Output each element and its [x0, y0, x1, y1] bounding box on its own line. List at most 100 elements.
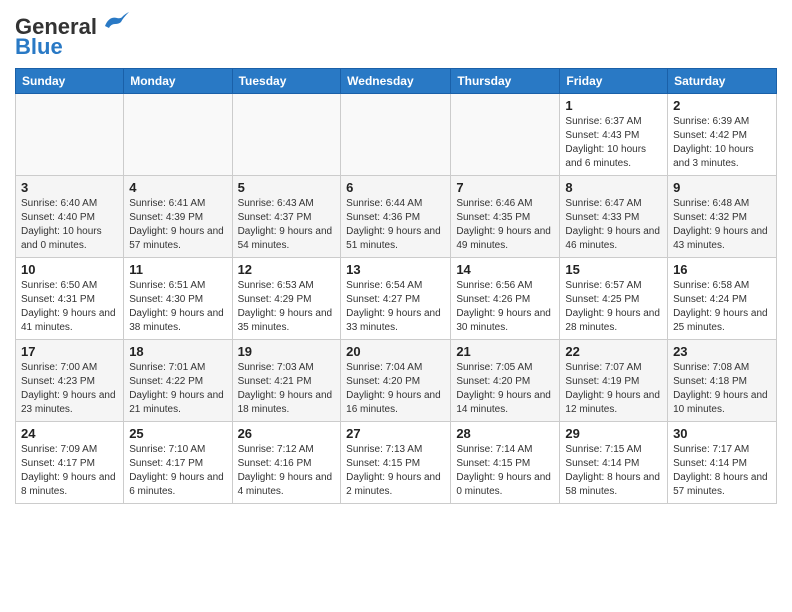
- day-info: Sunrise: 6:48 AM Sunset: 4:32 PM Dayligh…: [673, 197, 771, 253]
- table-row: 30 Sunrise: 7:17 AM Sunset: 4:14 PM Dayli…: [668, 422, 777, 504]
- header-saturday: Saturday: [668, 69, 777, 94]
- day-number: 20: [346, 344, 445, 359]
- day-number: 23: [673, 344, 771, 359]
- day-info: Sunrise: 7:07 AM Sunset: 4:19 PM Dayligh…: [565, 361, 662, 417]
- day-number: 9: [673, 180, 771, 195]
- day-number: 24: [21, 426, 118, 441]
- table-row: 19Sunrise: 7:03 AM Sunset: 4:21 PM Dayli…: [232, 340, 341, 422]
- day-info: Sunrise: 6:37 AM Sunset: 4:43 PM Dayligh…: [565, 115, 662, 171]
- day-number: 27: [346, 426, 445, 441]
- table-row: [16, 94, 124, 176]
- day-info: Sunrise: 7:15 AM Sunset: 4:14 PM Dayligh…: [565, 443, 662, 499]
- table-row: 9 Sunrise: 6:48 AM Sunset: 4:32 PM Daylig…: [668, 176, 777, 258]
- day-info: Sunrise: 6:46 AM Sunset: 4:35 PM Dayligh…: [456, 197, 554, 253]
- day-number: 1: [565, 98, 662, 113]
- day-info: Sunrise: 7:08 AM Sunset: 4:18 PM Dayligh…: [673, 361, 771, 417]
- day-info: Sunrise: 7:03 AM Sunset: 4:21 PM Dayligh…: [238, 361, 336, 417]
- day-number: 14: [456, 262, 554, 277]
- table-row: 2Sunrise: 6:39 AM Sunset: 4:42 PM Daylig…: [668, 94, 777, 176]
- table-row: 18Sunrise: 7:01 AM Sunset: 4:22 PM Dayli…: [124, 340, 232, 422]
- table-row: 22 Sunrise: 7:07 AM Sunset: 4:19 PM Dayli…: [560, 340, 668, 422]
- day-number: 25: [129, 426, 226, 441]
- day-info: Sunrise: 6:50 AM Sunset: 4:31 PM Dayligh…: [21, 279, 118, 335]
- calendar-week-row: 1 Sunrise: 6:37 AM Sunset: 4:43 PM Daylig…: [16, 94, 777, 176]
- header-wednesday: Wednesday: [341, 69, 451, 94]
- table-row: [232, 94, 341, 176]
- table-row: 6 Sunrise: 6:44 AM Sunset: 4:36 PM Daylig…: [341, 176, 451, 258]
- day-info: Sunrise: 6:53 AM Sunset: 4:29 PM Dayligh…: [238, 279, 336, 335]
- table-row: 29 Sunrise: 7:15 AM Sunset: 4:14 PM Dayli…: [560, 422, 668, 504]
- header-sunday: Sunday: [16, 69, 124, 94]
- table-row: 25 Sunrise: 7:10 AM Sunset: 4:17 PM Dayli…: [124, 422, 232, 504]
- logo-bird-icon: [101, 12, 129, 34]
- calendar-week-row: 3 Sunrise: 6:40 AM Sunset: 4:40 PM Daylig…: [16, 176, 777, 258]
- logo: General Blue: [15, 10, 129, 60]
- calendar-week-row: 17 Sunrise: 7:00 AM Sunset: 4:23 PM Dayli…: [16, 340, 777, 422]
- table-row: 24 Sunrise: 7:09 AM Sunset: 4:17 PM Dayli…: [16, 422, 124, 504]
- day-info: Sunrise: 6:44 AM Sunset: 4:36 PM Dayligh…: [346, 197, 445, 253]
- day-number: 6: [346, 180, 445, 195]
- main-container: General Blue Sunday Monday Tuesday Wedne…: [0, 0, 792, 514]
- table-row: 4Sunrise: 6:41 AM Sunset: 4:39 PM Daylig…: [124, 176, 232, 258]
- table-row: 13 Sunrise: 6:54 AM Sunset: 4:27 PM Dayli…: [341, 258, 451, 340]
- day-info: Sunrise: 7:14 AM Sunset: 4:15 PM Dayligh…: [456, 443, 554, 499]
- day-info: Sunrise: 6:54 AM Sunset: 4:27 PM Dayligh…: [346, 279, 445, 335]
- day-info: Sunrise: 7:04 AM Sunset: 4:20 PM Dayligh…: [346, 361, 445, 417]
- day-number: 5: [238, 180, 336, 195]
- table-row: [341, 94, 451, 176]
- day-number: 30: [673, 426, 771, 441]
- day-number: 28: [456, 426, 554, 441]
- day-info: Sunrise: 6:43 AM Sunset: 4:37 PM Dayligh…: [238, 197, 336, 253]
- day-number: 13: [346, 262, 445, 277]
- day-info: Sunrise: 6:58 AM Sunset: 4:24 PM Dayligh…: [673, 279, 771, 335]
- day-info: Sunrise: 7:10 AM Sunset: 4:17 PM Dayligh…: [129, 443, 226, 499]
- table-row: 8Sunrise: 6:47 AM Sunset: 4:33 PM Daylig…: [560, 176, 668, 258]
- header-monday: Monday: [124, 69, 232, 94]
- table-row: 7 Sunrise: 6:46 AM Sunset: 4:35 PM Daylig…: [451, 176, 560, 258]
- logo-blue: Blue: [15, 34, 63, 60]
- day-info: Sunrise: 7:13 AM Sunset: 4:15 PM Dayligh…: [346, 443, 445, 499]
- day-info: Sunrise: 7:12 AM Sunset: 4:16 PM Dayligh…: [238, 443, 336, 499]
- day-number: 3: [21, 180, 118, 195]
- table-row: 21 Sunrise: 7:05 AM Sunset: 4:20 PM Dayli…: [451, 340, 560, 422]
- day-number: 4: [129, 180, 226, 195]
- table-row: 14 Sunrise: 6:56 AM Sunset: 4:26 PM Dayli…: [451, 258, 560, 340]
- table-row: 1 Sunrise: 6:37 AM Sunset: 4:43 PM Daylig…: [560, 94, 668, 176]
- day-number: 11: [129, 262, 226, 277]
- table-row: 20 Sunrise: 7:04 AM Sunset: 4:20 PM Dayli…: [341, 340, 451, 422]
- table-row: 26 Sunrise: 7:12 AM Sunset: 4:16 PM Dayli…: [232, 422, 341, 504]
- day-number: 7: [456, 180, 554, 195]
- day-number: 21: [456, 344, 554, 359]
- table-row: 28 Sunrise: 7:14 AM Sunset: 4:15 PM Dayli…: [451, 422, 560, 504]
- calendar-table: Sunday Monday Tuesday Wednesday Thursday…: [15, 68, 777, 504]
- header-tuesday: Tuesday: [232, 69, 341, 94]
- day-info: Sunrise: 7:17 AM Sunset: 4:14 PM Dayligh…: [673, 443, 771, 499]
- day-info: Sunrise: 7:00 AM Sunset: 4:23 PM Dayligh…: [21, 361, 118, 417]
- logo-text-block: General Blue: [15, 14, 129, 60]
- table-row: 27 Sunrise: 7:13 AM Sunset: 4:15 PM Dayli…: [341, 422, 451, 504]
- table-row: 17 Sunrise: 7:00 AM Sunset: 4:23 PM Dayli…: [16, 340, 124, 422]
- calendar-header-row: Sunday Monday Tuesday Wednesday Thursday…: [16, 69, 777, 94]
- day-number: 15: [565, 262, 662, 277]
- day-number: 10: [21, 262, 118, 277]
- day-info: Sunrise: 6:39 AM Sunset: 4:42 PM Dayligh…: [673, 115, 771, 171]
- header-friday: Friday: [560, 69, 668, 94]
- day-info: Sunrise: 6:57 AM Sunset: 4:25 PM Dayligh…: [565, 279, 662, 335]
- table-row: 12Sunrise: 6:53 AM Sunset: 4:29 PM Dayli…: [232, 258, 341, 340]
- day-info: Sunrise: 7:05 AM Sunset: 4:20 PM Dayligh…: [456, 361, 554, 417]
- day-number: 29: [565, 426, 662, 441]
- day-number: 18: [129, 344, 226, 359]
- day-number: 22: [565, 344, 662, 359]
- day-info: Sunrise: 7:09 AM Sunset: 4:17 PM Dayligh…: [21, 443, 118, 499]
- table-row: 3 Sunrise: 6:40 AM Sunset: 4:40 PM Daylig…: [16, 176, 124, 258]
- day-info: Sunrise: 6:56 AM Sunset: 4:26 PM Dayligh…: [456, 279, 554, 335]
- table-row: 15 Sunrise: 6:57 AM Sunset: 4:25 PM Dayli…: [560, 258, 668, 340]
- table-row: 16Sunrise: 6:58 AM Sunset: 4:24 PM Dayli…: [668, 258, 777, 340]
- day-info: Sunrise: 6:51 AM Sunset: 4:30 PM Dayligh…: [129, 279, 226, 335]
- header: General Blue: [15, 10, 777, 60]
- day-number: 17: [21, 344, 118, 359]
- day-number: 26: [238, 426, 336, 441]
- header-thursday: Thursday: [451, 69, 560, 94]
- table-row: 5 Sunrise: 6:43 AM Sunset: 4:37 PM Daylig…: [232, 176, 341, 258]
- day-info: Sunrise: 6:40 AM Sunset: 4:40 PM Dayligh…: [21, 197, 118, 253]
